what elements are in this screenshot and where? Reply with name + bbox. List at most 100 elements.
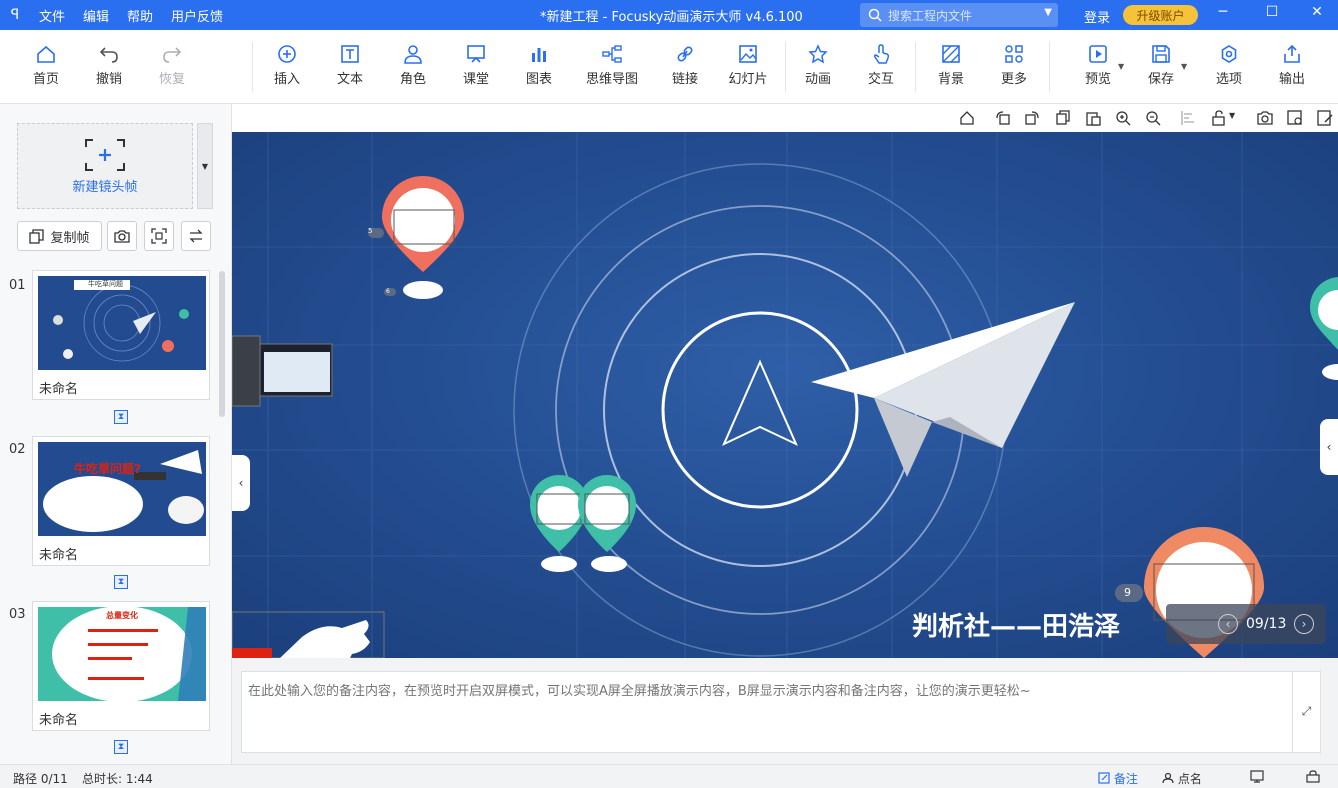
collapse-right-panel-button[interactable]: ‹ [1320,419,1338,475]
notes-toggle-button[interactable]: 备注 [1098,770,1138,787]
mindmap-label: 思维导图 [585,72,638,87]
rotate-left-icon[interactable] [995,110,1011,126]
snapshot-button[interactable] [107,221,137,251]
text-icon [341,45,359,63]
preview-dropdown-icon[interactable]: ▼ [1118,62,1124,71]
export-icon [1284,44,1300,63]
transition-icon[interactable]: ⧗ [114,740,128,754]
upgrade-button[interactable]: 升级账户 [1123,5,1198,25]
redo-button[interactable]: 恢复 [142,44,202,87]
minimize-icon[interactable]: ─ [1213,4,1233,24]
chart-button[interactable]: 图表 [509,44,569,87]
role-button[interactable]: 角色 [383,44,443,87]
slide-thumbnail-1[interactable]: 牛吃草问题 未命名 [32,270,210,400]
edit-icon[interactable] [1317,110,1333,126]
ring-2 [603,253,917,567]
frame-list-scrollbar[interactable] [219,271,225,417]
class-button[interactable]: 课堂 [446,44,506,87]
slide-name: 未命名 [39,382,79,397]
ribbon-divider [915,42,916,92]
map-pin-teal-1 [530,475,588,572]
slide-number: 02 [9,442,26,457]
menu-file[interactable]: 文件 [30,6,74,25]
slide-2-thumb-title: 牛吃草问题? [74,462,141,476]
rollcall-button[interactable]: 点名 [1162,770,1202,787]
image-icon [739,45,757,63]
path-badge: 9 [1124,586,1131,599]
more-button[interactable]: 更多 [984,44,1044,87]
rotate-right-icon[interactable] [1024,110,1040,126]
prev-step-icon[interactable]: ‹ [1218,614,1238,634]
presentation-stage[interactable]: 5 6 9 判析社——田浩泽 ‹ 09/13 › ‹ ‹ [232,132,1338,658]
slideshow-button[interactable]: 幻灯片 [718,44,778,87]
options-label: 选项 [1215,72,1242,87]
transition-icon[interactable]: ⧗ [114,575,128,589]
animation-button[interactable]: 动画 [788,44,848,87]
home-icon [37,45,55,63]
redo-label: 恢复 [158,72,185,87]
gear-icon [1221,45,1237,63]
next-step-icon[interactable]: › [1294,614,1314,634]
copy-frame-button[interactable]: 复制帧 [17,221,102,251]
insert-button[interactable]: 插入 [257,44,317,87]
slide-thumbnail-3[interactable]: 总量变化 未命名 [32,601,210,731]
interact-button[interactable]: 交互 [851,44,911,87]
swap-frame-button[interactable] [181,221,211,251]
zoom-out-icon[interactable] [1145,110,1161,126]
home-view-icon[interactable] [959,110,975,126]
notes-field[interactable] [241,671,1293,753]
ribbon-toolbar: 首页 撤销 恢复 插入 文本 角色 课堂 图表 思维导图 链接 幻灯片 动画 交… [0,30,1338,104]
slide-name: 未命名 [39,713,79,728]
close-icon[interactable]: ✕ [1307,4,1327,24]
search-input[interactable]: 搜索工程内文件 ▼ [860,3,1058,27]
screenshot-icon[interactable] [1257,110,1273,126]
new-frame-dropdown-icon[interactable]: ▼ [197,123,213,209]
slide-preview: 总量变化 [38,607,206,701]
chevron-down-icon[interactable]: ▼ [1044,7,1052,18]
fit-frame-button[interactable] [144,221,174,251]
zoom-in-icon[interactable] [1115,110,1131,126]
slide-thumbnail-2[interactable]: 牛吃草问题? 未命名 [32,436,210,566]
classroom-icon [467,45,485,63]
undo-button[interactable]: 撤销 [79,44,139,87]
maximize-icon[interactable]: ☐ [1262,4,1282,24]
total-duration: 总时长: 1:44 [82,772,153,786]
paste-icon[interactable] [1085,110,1101,126]
slide-1-graphic [53,280,189,362]
stage-graphics [232,132,1338,658]
transition-icon[interactable]: ⧗ [114,410,128,424]
background-button[interactable]: 背景 [921,44,981,87]
link-button[interactable]: 链接 [655,44,715,87]
new-frame-button[interactable]: 新建镜头帧 [17,123,193,209]
slide-name: 未命名 [39,548,79,563]
slide-number: 03 [9,607,26,622]
login-button[interactable]: 登录 [1084,7,1110,26]
menu-edit[interactable]: 编辑 [74,6,118,25]
align-icon[interactable] [1180,110,1196,126]
screen-icon[interactable] [1250,770,1264,783]
undo-label: 撤销 [95,72,122,87]
expand-notes-icon[interactable]: ⤢ [1293,671,1321,753]
ribbon-divider [785,42,786,92]
background-icon [942,45,960,63]
menu-help[interactable]: 帮助 [118,6,162,25]
text-button[interactable]: 文本 [320,44,380,87]
menu-feedback[interactable]: 用户反馈 [162,6,232,25]
share-icon[interactable] [1306,770,1320,783]
home-button[interactable]: 首页 [16,44,76,87]
image-settings-icon[interactable] [1287,110,1303,126]
role-label: 角色 [399,72,426,87]
unlock-icon[interactable] [1211,110,1227,126]
copy-icon[interactable] [1055,110,1071,126]
options-button[interactable]: 选项 [1199,44,1259,87]
collapse-left-panel-button[interactable]: ‹ [232,455,250,511]
insert-label: 插入 [273,72,300,87]
notes-textarea[interactable] [242,672,1292,752]
mindmap-button[interactable]: 思维导图 [582,44,642,87]
person-icon [1162,772,1174,784]
notes-panel: ⤢ [232,658,1338,764]
lock-dropdown-icon[interactable]: ▼ [1229,111,1235,120]
add-frame-icon [85,139,125,171]
save-dropdown-icon[interactable]: ▼ [1181,62,1187,71]
export-button[interactable]: 输出 [1262,44,1322,87]
